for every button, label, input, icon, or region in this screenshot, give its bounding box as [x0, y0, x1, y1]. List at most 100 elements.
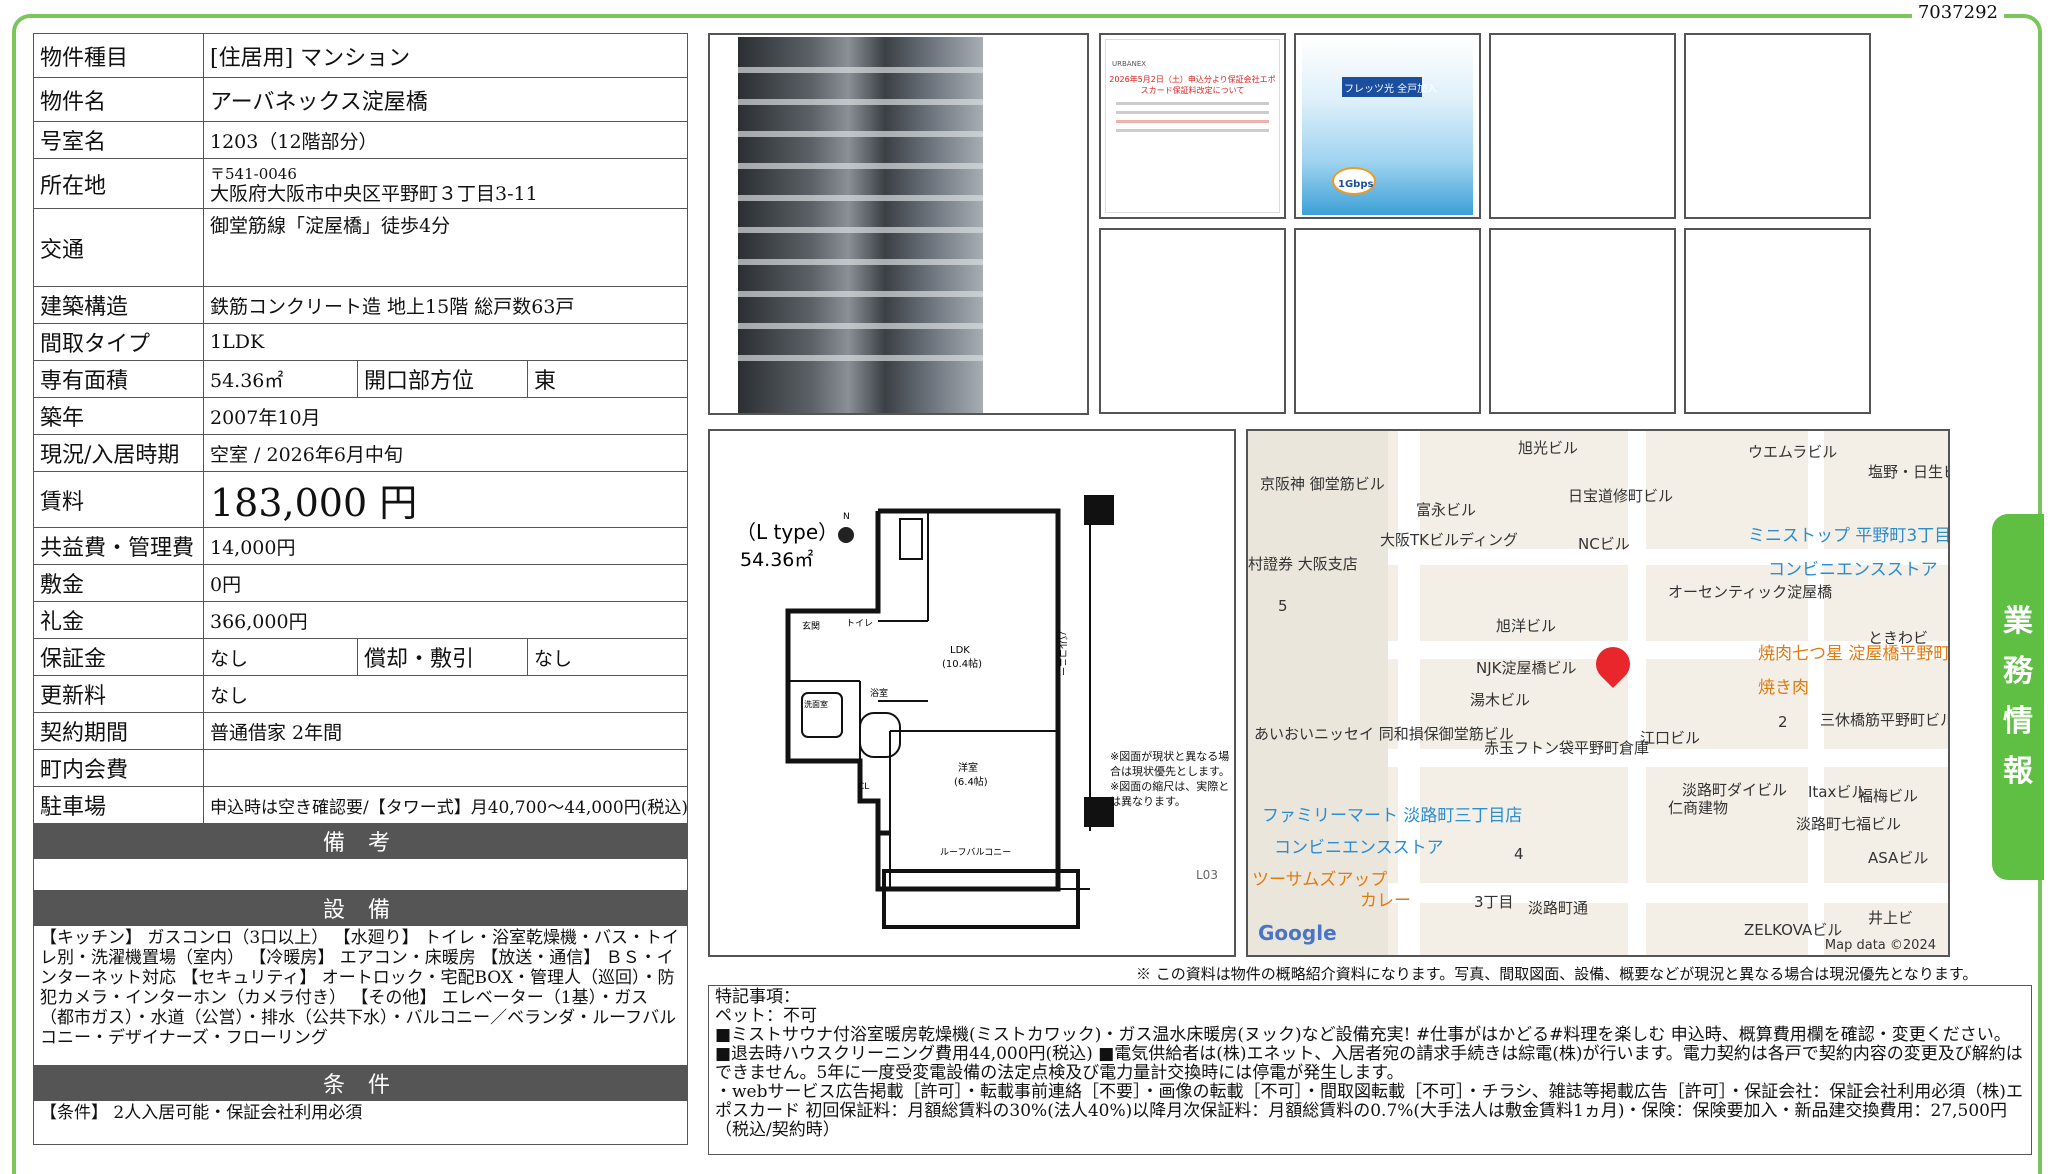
map-label: 三休橋筋平野町ビル: [1820, 711, 1950, 729]
map-label: コンビニエンスストア: [1274, 838, 1444, 858]
thumbnail-empty[interactable]: [1684, 33, 1871, 219]
notes-features: ■ミストサウナ付浴室暖房乾燥機(ミストカワック)・ガス温水床暖房(ヌック)など設…: [715, 1025, 2023, 1083]
info-icon: [838, 527, 854, 543]
plan-bath: 浴室: [870, 687, 888, 699]
map-label: 仁商建物: [1668, 799, 1729, 817]
aspect-label: 開口部方位: [357, 360, 528, 398]
map-label: カレー: [1360, 891, 1411, 911]
built-value: 2007年10月: [202, 397, 689, 435]
room-value: 1203（12階部分）: [202, 121, 689, 159]
plan-balcony: バルコニー: [1057, 631, 1068, 676]
area-label: 専有面積: [33, 360, 204, 398]
plan-code: L03: [1196, 868, 1218, 882]
map-label: 淡路町七福ビル: [1796, 815, 1902, 833]
internet-ad-image: フレッツ光 全戸加入 1Gbps: [1302, 37, 1473, 215]
plan-wash: 洗面室: [804, 699, 828, 709]
layout-value: 1LDK: [202, 323, 689, 361]
traffic-label: 交通: [33, 208, 204, 287]
plan-area: 54.36㎡: [740, 548, 813, 571]
thumbnail-empty[interactable]: [1099, 228, 1286, 414]
guarantee-value: なし: [203, 638, 358, 676]
plan-ldk: LDK: [950, 645, 970, 656]
map-label: 京阪神 御堂筋ビル: [1260, 475, 1385, 493]
map-label: 福梅ビル: [1858, 787, 1919, 805]
tab-char: 情: [2003, 704, 2033, 739]
notice-title: 2026年5月2日（土）申込分より保証会社エポスカード保証料改定について: [1109, 75, 1276, 95]
map-label: 焼肉七つ星 淀屋橋平野町店: [1758, 644, 1950, 664]
thumbnail-internet-ad[interactable]: フレッツ光 全戸加入 1Gbps: [1294, 33, 1481, 219]
type-label: 物件種目: [33, 33, 204, 78]
plan-type-label: （L type）: [736, 520, 838, 544]
plan-western: 洋室: [958, 761, 978, 774]
map-label: 5: [1278, 597, 1288, 615]
google-logo: Google: [1258, 921, 1337, 945]
floor-plan-drawing: （L type） 54.36㎡ N LDK (10.4帖) 洋室 (6.4帖) …: [736, 495, 1218, 929]
thumbnail-empty[interactable]: [1489, 228, 1676, 414]
keymoney-label: 礼金: [33, 601, 204, 639]
address-value: 大阪府大阪市中央区平野町３丁目3-11: [210, 182, 538, 205]
rent-label: 賃料: [33, 471, 204, 528]
ad-text: フレッツ光 全戸加入: [1344, 84, 1438, 95]
map-label: 日宝道修町ビル: [1568, 487, 1674, 505]
community-label: 町内会費: [33, 749, 204, 787]
map-label: 旭洋ビル: [1496, 617, 1557, 635]
map-label: NCビル: [1578, 535, 1630, 553]
floor-plan[interactable]: （L type） 54.36㎡ N LDK (10.4帖) 洋室 (6.4帖) …: [708, 429, 1236, 957]
equipment-body: 【キッチン】 ガスコンロ（3口以上） 【水廻り】 トイレ・浴室乾燥機・バス・トイ…: [32, 925, 689, 1066]
ad-speed: 1Gbps: [1338, 179, 1374, 190]
map-label: ZELKOVAビル: [1744, 921, 1843, 939]
map-label: 淡路町通: [1528, 899, 1589, 917]
status-value: 空室 / 2026年6月中旬: [202, 434, 689, 472]
map-label: 2: [1778, 713, 1788, 731]
map-label: 富永ビル: [1416, 501, 1477, 519]
rent-value: 183,000 円: [202, 471, 689, 528]
special-notes: 特記事項： ペット：不可 ■ミストサウナ付浴室暖房乾燥機(ミストカワック)・ガス…: [708, 985, 2032, 1155]
thumbnail-empty[interactable]: [1294, 228, 1481, 414]
svg-text:N: N: [843, 512, 850, 522]
map-label: 赤玉フトン袋平野町倉庫: [1484, 739, 1650, 757]
remarks-body: [32, 858, 689, 891]
building-image: [738, 37, 983, 413]
parking-label: 駐車場: [33, 786, 204, 824]
map-label: ファミリーマート 淡路町三丁目店: [1262, 806, 1523, 826]
map-label: 井上ビ: [1868, 909, 1914, 927]
map-label: あいおいニッセイ 同和損保御堂筋ビル: [1254, 725, 1514, 743]
notes-terms: ・webサービス広告掲載［許可］・転載事前連絡［不要］・画像の転載［不可］・間取…: [715, 1082, 2023, 1140]
structure-value: 鉄筋コンクリート造 地上15階 総戸数63戸: [202, 286, 689, 324]
plan-ldk-size: (10.4帖): [942, 657, 982, 670]
aspect-value: 東: [526, 360, 689, 398]
renewal-label: 更新料: [33, 675, 204, 713]
notice-image: URBANEX 2026年5月2日（土）申込分より保証会社エポスカード保証料改定…: [1105, 39, 1280, 213]
plan-note: ※図面が現状と異なる場合は現状優先とします。※図面の縮尺は、実際とは異なります。: [1110, 750, 1230, 808]
thumbnail-empty[interactable]: [1489, 33, 1676, 219]
location-map[interactable]: 旭光ビル ウエムラビル 塩野・日生ビ 京阪神 御堂筋ビル 日宝道修町ビル 富永ビル 大阪TK…: [1246, 429, 1950, 957]
thumbnail-notice[interactable]: URBANEX 2026年5月2日（土）申込分より保証会社エポスカード保証料改定…: [1099, 33, 1286, 219]
traffic-value: 御堂筋線「淀屋橋」徒歩4分: [202, 208, 689, 287]
layout-label: 間取タイプ: [33, 323, 204, 361]
conditions-body: 【条件】 2人入居可能・保証会社利用必須: [32, 1100, 689, 1145]
map-label: 3丁目: [1474, 893, 1514, 911]
business-info-tab[interactable]: 業 務 情 報: [1992, 514, 2044, 880]
type-value: [住居用] マンション: [202, 33, 689, 78]
map-label: NJK淀屋橋ビル: [1476, 659, 1577, 677]
notes-pet: ペット：不可: [715, 1006, 817, 1026]
tab-char: 業: [2003, 604, 2033, 639]
plan-entrance: 玄関: [802, 620, 820, 632]
map-label: ミニストップ 平野町3丁目店: [1748, 526, 1950, 546]
map-label: ASAビル: [1868, 849, 1929, 867]
plan-toilet: トイレ: [846, 619, 873, 629]
postal-code: 〒541-0046: [210, 164, 297, 183]
guarantee-label: 保証金: [33, 638, 204, 676]
name-label: 物件名: [33, 77, 204, 122]
map-label: 4: [1514, 845, 1524, 863]
contract-value: 普通借家 2年間: [202, 712, 689, 750]
plan-closet: CL: [858, 782, 869, 792]
building-photo[interactable]: [708, 33, 1089, 415]
name-value: アーバネックス淀屋橋: [202, 77, 689, 122]
map-label: 旭光ビル: [1518, 439, 1579, 457]
map-attribution: Map data ©2024: [1824, 938, 1936, 953]
thumbnail-empty[interactable]: [1684, 228, 1871, 414]
map-label: 江口ビル: [1640, 729, 1701, 747]
map-label: ウエムラビル: [1748, 443, 1838, 461]
remarks-header: 備 考: [32, 823, 689, 859]
